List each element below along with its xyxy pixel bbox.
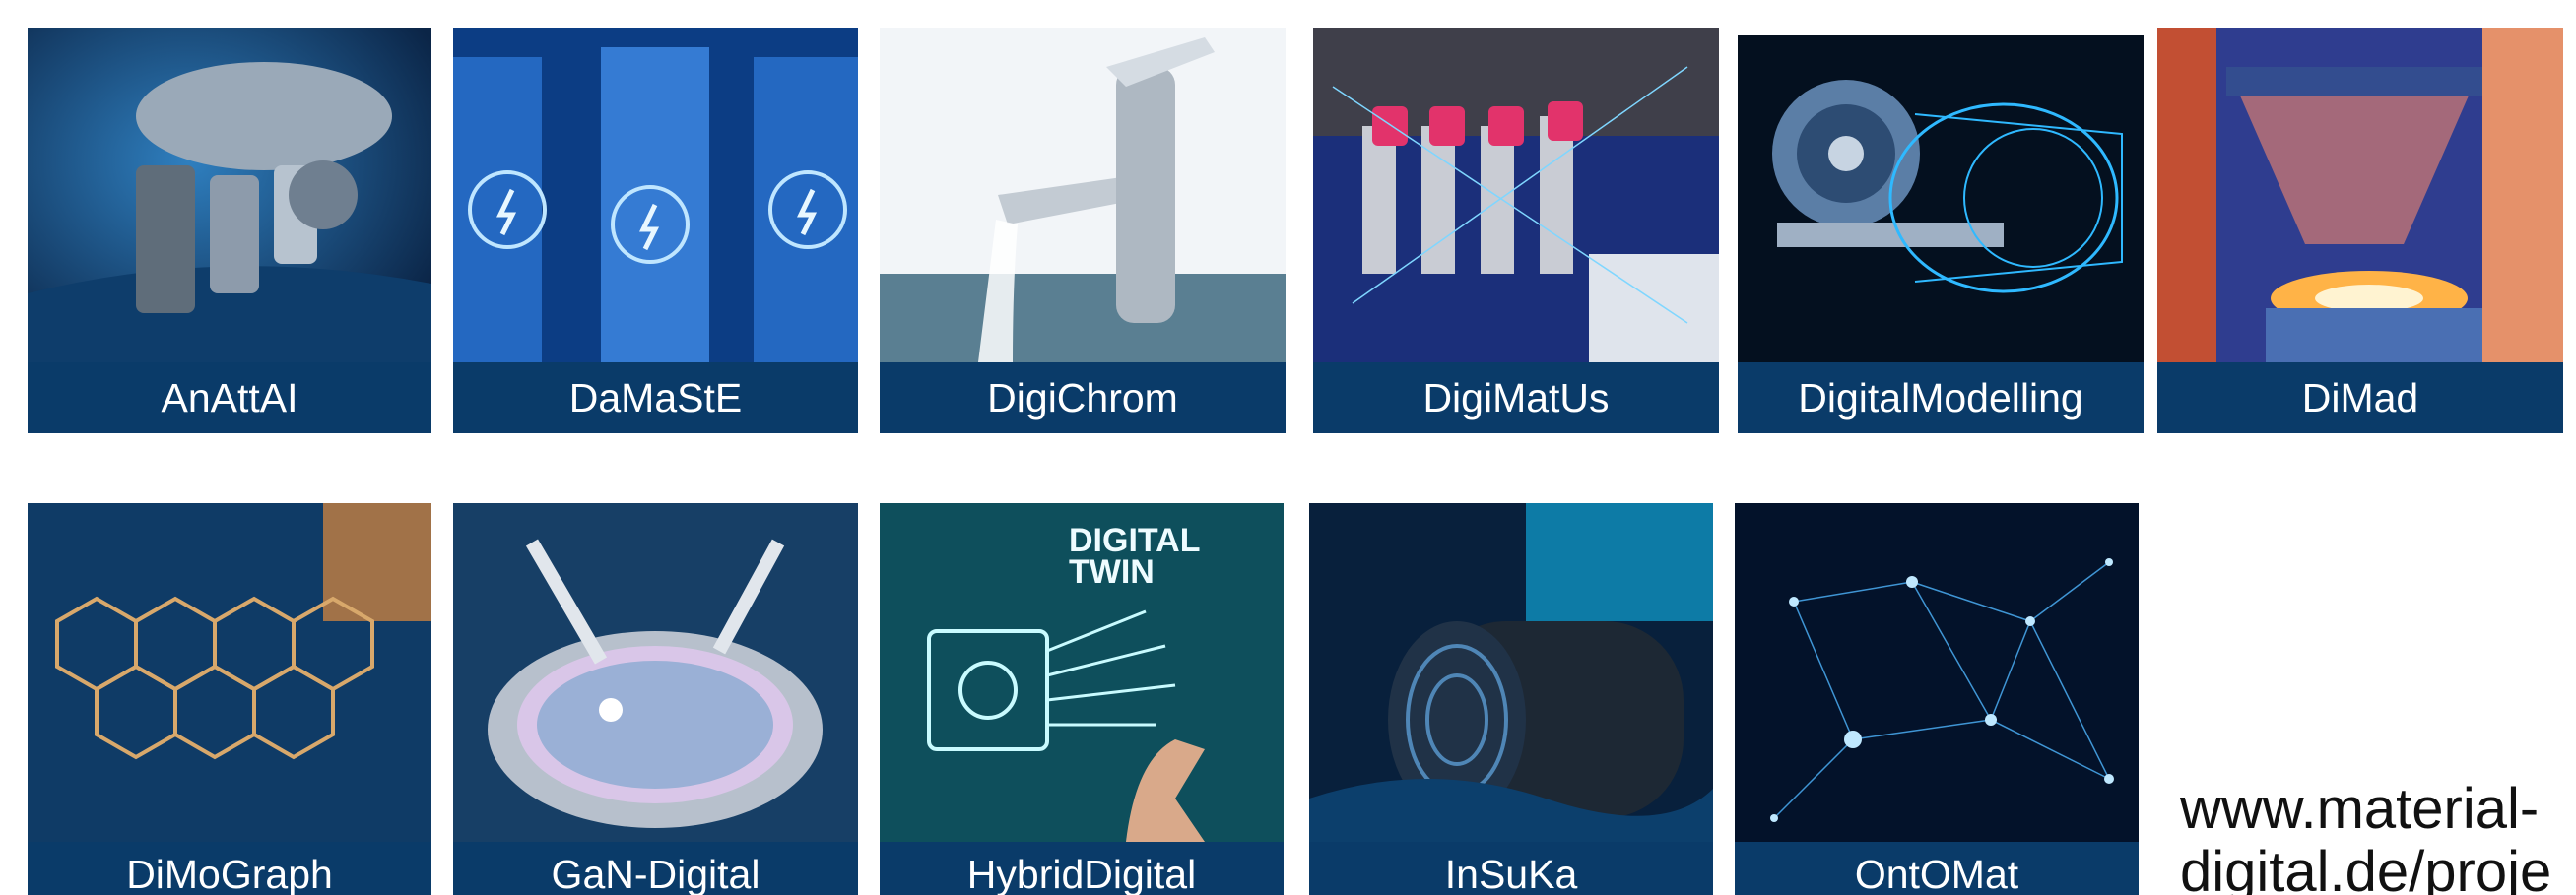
tile-label: InSuKa <box>1309 842 1713 895</box>
laser-nozzle-image <box>2157 28 2563 362</box>
tile-label: DaMaStE <box>453 362 858 433</box>
pipe-coil-image <box>1309 503 1713 842</box>
project-tile-ontomat[interactable]: OntOMat <box>1735 503 2139 895</box>
digital-twin-overlay-text: DIGITAL TWIN <box>1069 522 1201 591</box>
dispensing-nozzles-image <box>1313 28 1719 362</box>
chrome-faucet-image <box>880 28 1286 362</box>
project-tile-dimograph[interactable]: DiMoGraph <box>28 503 431 895</box>
graphene-hexagon-image <box>28 503 431 842</box>
project-tile-digichrom[interactable]: DigiChrom <box>880 28 1286 433</box>
project-tile-digitalmodelling[interactable]: DigitalModelling <box>1738 35 2144 433</box>
microscope-image <box>28 28 431 362</box>
tile-label: DiMoGraph <box>28 842 431 895</box>
tile-label: DiMad <box>2157 362 2563 433</box>
project-tile-dimad[interactable]: DiMad <box>2157 28 2563 433</box>
network-graph-image <box>1735 503 2139 842</box>
project-tile-anattai[interactable]: AnAttAI <box>28 28 431 433</box>
digital-twin-image: DIGITAL TWIN <box>880 503 1284 842</box>
project-tile-digimatus[interactable]: DigiMatUs <box>1313 28 1719 433</box>
tile-label: DigiChrom <box>880 362 1286 433</box>
battery-cells-image <box>453 28 858 362</box>
project-tile-insuka[interactable]: InSuKa <box>1309 503 1713 895</box>
project-tile-damaste[interactable]: DaMaStE <box>453 28 858 433</box>
tile-label: HybridDigital <box>880 842 1284 895</box>
tile-label: GaN-Digital <box>453 842 858 895</box>
project-tile-gan-digital[interactable]: GaN-Digital <box>453 503 858 895</box>
website-url-text: www.material- digital.de/proje <box>2180 778 2552 895</box>
tile-label: DigiMatUs <box>1313 362 1719 433</box>
tile-label: DigitalModelling <box>1738 362 2144 433</box>
project-tile-hybriddigital[interactable]: DIGITAL TWIN HybridDigital <box>880 503 1284 895</box>
tile-label: OntOMat <box>1735 842 2139 895</box>
turbine-engine-image <box>1738 35 2144 362</box>
tile-label: AnAttAI <box>28 362 431 433</box>
wafer-probe-image <box>453 503 858 842</box>
